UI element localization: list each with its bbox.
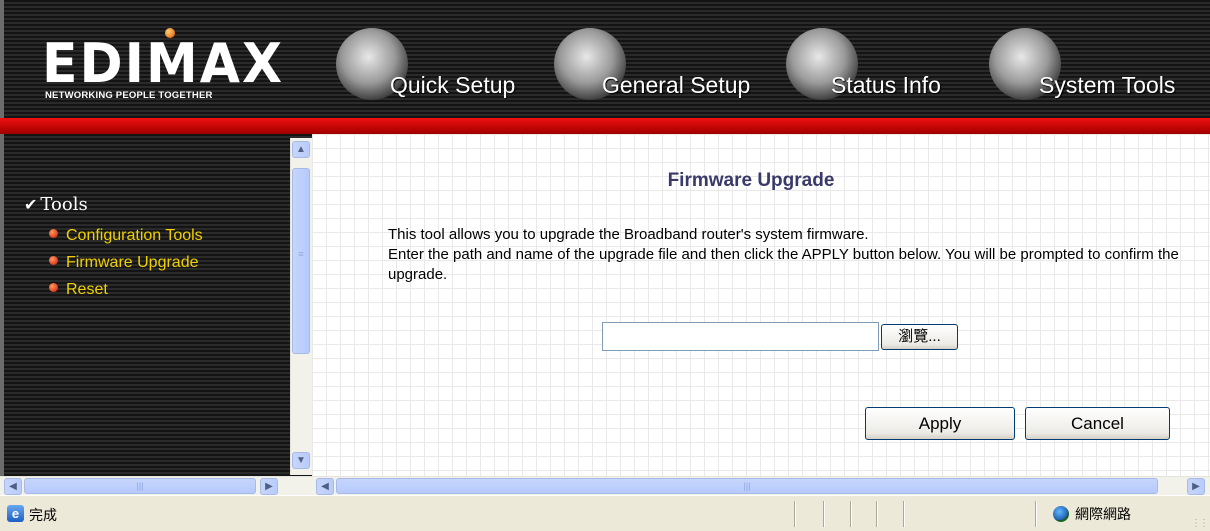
sidebar-item-label[interactable]: Reset: [66, 281, 108, 298]
sidebar-heading-label: Tools: [40, 194, 88, 215]
sidebar-item-firmware-upgrade[interactable]: Firmware Upgrade: [49, 254, 198, 272]
nav-system-tools[interactable]: System Tools: [989, 28, 1209, 112]
sidebar-item-reset[interactable]: Reset: [49, 281, 108, 299]
nav-status-info[interactable]: Status Info: [786, 28, 976, 112]
logo-tagline: NETWORKING PEOPLE TOGETHER: [45, 90, 213, 101]
internet-zone-globe-icon: [1053, 506, 1069, 522]
bullet-icon: [49, 283, 58, 293]
cancel-button[interactable]: Cancel: [1025, 407, 1170, 440]
bullet-icon: [49, 256, 58, 266]
nav-status-info-label[interactable]: Status Info: [831, 72, 941, 99]
status-divider: [794, 501, 796, 527]
status-text: 完成: [29, 508, 57, 524]
status-divider: [876, 501, 878, 527]
status-divider: [823, 501, 825, 527]
description-line-2: Enter the path and name of the upgrade f…: [388, 246, 1179, 283]
scroll-down-icon[interactable]: ▼: [292, 452, 310, 469]
sidebar-vertical-scrollbar[interactable]: ▲ ≡ ▼: [290, 138, 312, 475]
bullet-icon: [49, 229, 58, 239]
scroll-right-icon[interactable]: ▶: [1187, 478, 1205, 495]
sidebar-item-configuration-tools[interactable]: Configuration Tools: [49, 227, 203, 245]
grip-icon: ≡: [298, 249, 304, 259]
checkmark-icon: ✔: [24, 195, 38, 214]
sidebar-horizontal-scrollbar[interactable]: ◀ ||| ▶: [0, 476, 312, 495]
description-line-1: This tool allows you to upgrade the Broa…: [388, 226, 869, 243]
sidebar-item-label[interactable]: Configuration Tools: [66, 227, 203, 244]
main-content: Firmware Upgrade This tool allows you to…: [312, 134, 1210, 476]
header-red-divider: [0, 118, 1210, 134]
scroll-left-icon[interactable]: ◀: [316, 478, 334, 495]
nav-quick-setup-label[interactable]: Quick Setup: [390, 72, 515, 99]
browse-button[interactable]: 瀏覽...: [881, 324, 958, 350]
grip-icon: |||: [136, 481, 144, 491]
logo-brand: EDIMAX: [42, 32, 285, 96]
grip-icon: |||: [743, 481, 751, 491]
firmware-file-input[interactable]: [602, 322, 879, 351]
status-divider: [850, 501, 852, 527]
nav-general-setup[interactable]: General Setup: [554, 28, 784, 112]
header-banner: EDIMAX NETWORKING PEOPLE TOGETHER Quick …: [0, 0, 1210, 124]
edimax-logo: EDIMAX NETWORKING PEOPLE TOGETHER: [42, 28, 287, 108]
browser-status-bar: e 完成 網際網路 ⋮⋮: [0, 495, 1210, 531]
page-done-icon: e: [7, 505, 24, 522]
sidebar-hscroll-thumb[interactable]: |||: [24, 478, 256, 494]
nav-quick-setup[interactable]: Quick Setup: [336, 28, 546, 112]
sidebar: ✔ Tools Configuration Tools Firmware Upgr…: [0, 134, 312, 476]
main-hscroll-thumb[interactable]: |||: [336, 478, 1158, 494]
sidebar-item-label[interactable]: Firmware Upgrade: [66, 254, 198, 271]
scroll-left-icon[interactable]: ◀: [4, 478, 22, 495]
scroll-up-icon[interactable]: ▲: [292, 141, 310, 158]
status-divider: [1035, 501, 1037, 527]
page-description: This tool allows you to upgrade the Broa…: [388, 225, 1188, 285]
apply-button[interactable]: Apply: [865, 407, 1015, 440]
main-horizontal-scrollbar[interactable]: ◀ ||| ▶: [312, 476, 1210, 495]
security-zone-label: 網際網路: [1075, 507, 1131, 523]
sidebar-scroll-thumb[interactable]: ≡: [292, 168, 310, 354]
status-divider: [903, 501, 905, 527]
nav-general-setup-label[interactable]: General Setup: [602, 72, 750, 99]
scroll-right-icon[interactable]: ▶: [260, 478, 278, 495]
sidebar-heading: ✔ Tools: [24, 194, 88, 215]
page-title: Firmware Upgrade: [667, 170, 835, 191]
resize-grip-icon[interactable]: ⋮⋮: [1191, 518, 1209, 529]
nav-system-tools-label[interactable]: System Tools: [1039, 72, 1175, 99]
